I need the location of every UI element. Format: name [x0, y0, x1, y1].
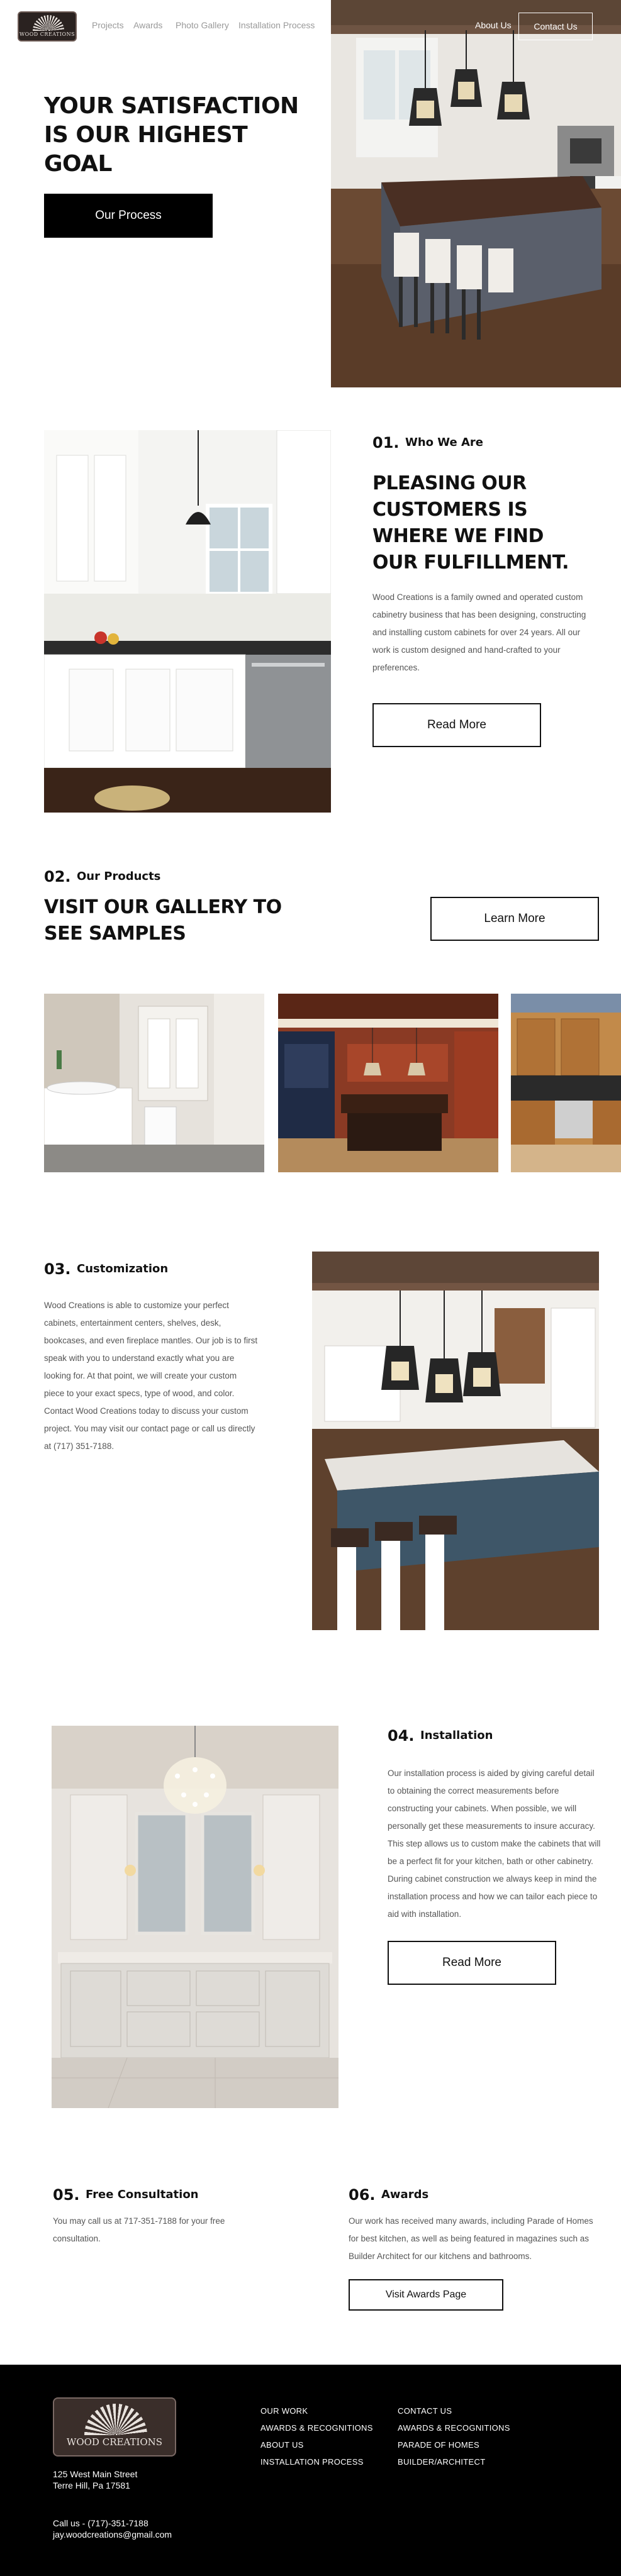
- learn-more-button[interactable]: Learn More: [430, 897, 599, 941]
- footer-link-contact-us[interactable]: CONTACT US: [398, 2406, 452, 2416]
- white-kitchen-image: [44, 430, 331, 813]
- section-label-awards: Awards: [381, 2188, 429, 2201]
- nav-about-us[interactable]: About Us: [475, 20, 512, 30]
- customization-kitchen-image: [312, 1252, 599, 1630]
- section-number-04: 04.: [388, 1727, 415, 1745]
- nav-installation-process[interactable]: Installation Process: [238, 20, 315, 30]
- fan-logo-icon: [33, 15, 64, 31]
- section-number-02: 02.: [44, 868, 71, 886]
- section-number-05: 05.: [53, 2186, 80, 2204]
- gallery-red-kitchen-image[interactable]: [278, 994, 498, 1172]
- fan-logo-icon: [84, 2404, 147, 2435]
- footer-logo[interactable]: WOOD CREATIONS: [53, 2397, 176, 2457]
- hero-kitchen-image: [331, 0, 621, 387]
- nav-projects[interactable]: Projects: [92, 20, 124, 30]
- consultation-body: You may call us at 717-351-7188 for your…: [53, 2216, 225, 2243]
- contact-us-button[interactable]: Contact Us: [518, 13, 593, 40]
- section-label-who-we-are: Who We Are: [405, 436, 484, 449]
- section-label-free-consultation: Free Consultation: [86, 2188, 199, 2201]
- logo-text: WOOD CREATIONS: [19, 31, 76, 37]
- footer-address-line1: 125 West Main Street: [53, 2469, 138, 2479]
- awards-body: Our work has received many awards, inclu…: [349, 2216, 593, 2261]
- visit-awards-page-button[interactable]: Visit Awards Page: [349, 2279, 503, 2311]
- site-logo[interactable]: WOOD CREATIONS: [18, 11, 77, 42]
- footer-link-awards-recognitions-2[interactable]: AWARDS & RECOGNITIONS: [398, 2423, 510, 2433]
- nav-photo-gallery[interactable]: Photo Gallery: [176, 20, 229, 30]
- bathroom-vanity-image: [52, 1726, 338, 2108]
- section-label-installation: Installation: [420, 1729, 493, 1742]
- customization-body: Wood Creations is able to customize your…: [44, 1301, 258, 1451]
- who-body: Wood Creations is a family owned and ope…: [372, 592, 586, 672]
- products-title: VISIT OUR GALLERY TO SEE SAMPLES: [44, 896, 282, 945]
- our-process-button[interactable]: Our Process: [44, 194, 213, 238]
- footer-link-parade-of-homes[interactable]: PARADE OF HOMES: [398, 2440, 479, 2450]
- installation-body: Our installation process is aided by giv…: [388, 1768, 601, 1919]
- hero-title: YOUR SATISFACTION IS OUR HIGHEST GOAL: [44, 93, 299, 177]
- nav-awards[interactable]: Awards: [133, 20, 162, 30]
- footer-link-awards-recognitions[interactable]: AWARDS & RECOGNITIONS: [260, 2423, 373, 2433]
- footer-phone[interactable]: Call us - (717)-351-7188: [53, 2518, 148, 2528]
- footer-address-line2: Terre Hill, Pa 17581: [53, 2480, 130, 2490]
- footer-link-builder-architect[interactable]: BUILDER/ARCHITECT: [398, 2457, 485, 2467]
- section-number-01: 01.: [372, 434, 400, 452]
- installation-read-more-button[interactable]: Read More: [388, 1941, 556, 1985]
- gallery-bathroom-image[interactable]: [44, 994, 264, 1172]
- section-label-customization: Customization: [77, 1262, 169, 1275]
- section-label-our-products: Our Products: [77, 870, 161, 883]
- footer-link-installation-process[interactable]: INSTALLATION PROCESS: [260, 2457, 364, 2467]
- section-number-03: 03.: [44, 1260, 71, 1278]
- footer-email[interactable]: jay.woodcreations@gmail.com: [53, 2529, 172, 2540]
- footer-link-about-us[interactable]: ABOUT US: [260, 2440, 304, 2450]
- who-read-more-button[interactable]: Read More: [372, 703, 541, 747]
- footer-logo-text: WOOD CREATIONS: [66, 2436, 163, 2448]
- who-title: PLEASING OUR CUSTOMERS IS WHERE WE FIND …: [372, 472, 569, 574]
- footer-link-our-work[interactable]: OUR WORK: [260, 2406, 308, 2416]
- section-number-06: 06.: [349, 2186, 376, 2204]
- gallery-wood-kitchen-image[interactable]: [511, 994, 621, 1172]
